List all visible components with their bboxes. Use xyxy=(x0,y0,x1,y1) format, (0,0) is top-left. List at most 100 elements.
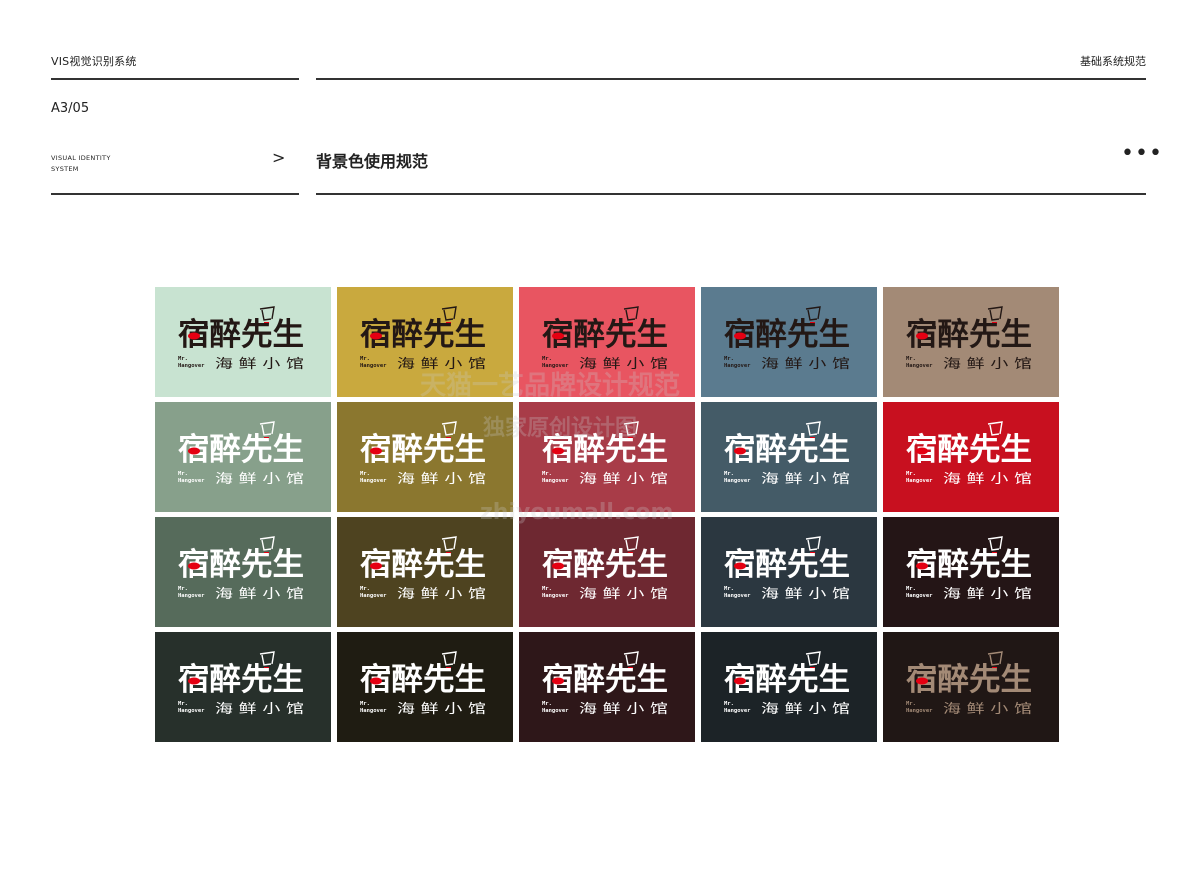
logo-sub-cn-text: 海 鲜 小 馆 xyxy=(761,472,850,487)
color-swatch-card: 宿醉先生 Mr. Hangover 海 鲜 小 馆 xyxy=(337,402,513,512)
color-swatch-card: 宿醉先生 Mr. Hangover 海 鲜 小 馆 xyxy=(519,517,695,627)
mr-hangover-logo: 宿醉先生Mr.Hangover 海 鲜 小 馆 xyxy=(542,651,668,717)
logo-en-line-1: Mr. xyxy=(542,356,552,362)
logo-sub-cn-text: 海 鲜 小 馆 xyxy=(579,357,668,372)
logo-en-line-2: Hangover xyxy=(724,708,751,714)
logo-en-line-2: Hangover xyxy=(360,593,387,599)
lips-icon xyxy=(916,562,928,570)
logo-en-line-2: Hangover xyxy=(724,478,751,484)
color-swatch-card: 宿醉先生 Mr. Hangover 海 鲜 小 馆 xyxy=(883,402,1059,512)
lips-icon xyxy=(552,447,564,455)
chevron-right-icon: > xyxy=(272,148,286,167)
color-swatch-card: 宿醉先生 Mr. Hangover 海 鲜 小 馆 xyxy=(883,287,1059,397)
mr-hangover-logo: 宿醉先生Mr.Hangover 海 鲜 小 馆 xyxy=(906,651,1032,717)
lips-icon xyxy=(734,677,746,685)
logo-en-line-2: Hangover xyxy=(360,363,387,369)
color-swatch-card: 宿醉先生 Mr. Hangover 海 鲜 小 馆 xyxy=(519,402,695,512)
color-swatch-card: 宿醉先生 Mr. Hangover 海 鲜 小 馆 xyxy=(155,402,331,512)
header-rule-left xyxy=(51,78,299,80)
logo-sub-cn-text: 海 鲜 小 馆 xyxy=(215,587,304,602)
logo-en-line-2: Hangover xyxy=(906,363,933,369)
mr-hangover-logo: 宿醉先生Mr.Hangover 海 鲜 小 馆 xyxy=(360,421,486,487)
logo-sub-cn-text: 海 鲜 小 馆 xyxy=(397,472,486,487)
logo-en-line-2: Hangover xyxy=(178,478,205,484)
logo-en-line-2: Hangover xyxy=(542,478,569,484)
logo-en-line-1: Mr. xyxy=(178,356,188,362)
logo-en-line-1: Mr. xyxy=(360,471,370,477)
logo-en-line-1: Mr. xyxy=(724,356,734,362)
color-swatch-card: 宿醉先生 Mr. Hangover 海 鲜 小 馆 xyxy=(701,402,877,512)
lips-icon xyxy=(734,447,746,455)
mr-hangover-logo: 宿醉先生Mr.Hangover 海 鲜 小 馆 xyxy=(724,421,850,487)
mr-hangover-logo: 宿醉先生Mr.Hangover 海 鲜 小 馆 xyxy=(360,536,486,602)
logo-en-line-2: Hangover xyxy=(178,593,205,599)
visual-identity-line-2: SYSTEM xyxy=(51,165,79,173)
logo-en-line-2: Hangover xyxy=(360,708,387,714)
lips-icon xyxy=(916,447,928,455)
visual-identity-label: VISUAL IDENTITY SYSTEM xyxy=(51,153,111,175)
lips-icon xyxy=(916,677,928,685)
logo-en-line-2: Hangover xyxy=(542,708,569,714)
logo-sub-cn-text: 海 鲜 小 馆 xyxy=(579,702,668,717)
lips-icon xyxy=(370,562,382,570)
logo-sub-cn-text: 海 鲜 小 馆 xyxy=(943,587,1032,602)
mr-hangover-logo: 宿醉先生Mr.Hangover 海 鲜 小 馆 xyxy=(542,421,668,487)
page-number: A3/05 xyxy=(51,101,90,116)
logo-en-line-2: Hangover xyxy=(542,593,569,599)
logo-en-line-1: Mr. xyxy=(724,586,734,592)
logo-en-line-1: Mr. xyxy=(906,586,916,592)
color-swatch-card: 宿醉先生 Mr. Hangover 海 鲜 小 馆 xyxy=(883,517,1059,627)
logo-sub-cn-text: 海 鲜 小 馆 xyxy=(579,587,668,602)
color-swatch-card: 宿醉先生 Mr. Hangover 海 鲜 小 馆 xyxy=(519,632,695,742)
logo-en-line-2: Hangover xyxy=(542,363,569,369)
logo-en-line-1: Mr. xyxy=(360,586,370,592)
logo-en-line-1: Mr. xyxy=(178,701,188,707)
logo-en-line-1: Mr. xyxy=(542,471,552,477)
logo-sub-cn-text: 海 鲜 小 馆 xyxy=(397,357,486,372)
logo-en-line-2: Hangover xyxy=(906,478,933,484)
header-rule-right xyxy=(316,78,1146,80)
lips-icon xyxy=(552,332,564,340)
logo-en-line-1: Mr. xyxy=(724,471,734,477)
mr-hangover-logo: 宿醉先生Mr.Hangover 海 鲜 小 馆 xyxy=(724,536,850,602)
logo-sub-cn-text: 海 鲜 小 馆 xyxy=(761,587,850,602)
logo-en-line-1: Mr. xyxy=(178,471,188,477)
mr-hangover-logo: 宿醉先生Mr.Hangover 海 鲜 小 馆 xyxy=(178,536,304,602)
lips-icon xyxy=(734,332,746,340)
logo-en-line-1: Mr. xyxy=(906,356,916,362)
mr-hangover-logo: 宿醉先生Mr.Hangover 海 鲜 小 馆 xyxy=(360,306,486,372)
section-category-label: 基础系统规范 xyxy=(1080,55,1146,68)
color-swatch-card: 宿醉先生 Mr. Hangover 海 鲜 小 馆 xyxy=(337,632,513,742)
lips-icon xyxy=(370,677,382,685)
logo-sub-cn-text: 海 鲜 小 馆 xyxy=(761,357,850,372)
document-series-label: VIS视觉识别系统 xyxy=(51,55,137,68)
color-swatch-card: 宿醉先生 Mr. Hangover 海 鲜 小 馆 xyxy=(155,517,331,627)
lips-icon xyxy=(552,677,564,685)
logo-en-line-2: Hangover xyxy=(906,593,933,599)
color-swatch-card: 宿醉先生 Mr. Hangover 海 鲜 小 馆 xyxy=(883,632,1059,742)
mr-hangover-logo: 宿醉先生Mr.Hangover 海 鲜 小 馆 xyxy=(724,306,850,372)
logo-en-line-2: Hangover xyxy=(906,708,933,714)
mr-hangover-logo: 宿醉先生Mr.Hangover 海 鲜 小 馆 xyxy=(906,536,1032,602)
logo-en-line-2: Hangover xyxy=(178,363,205,369)
logo-en-line-2: Hangover xyxy=(178,708,205,714)
color-swatch-card: 宿醉先生 Mr. Hangover 海 鲜 小 馆 xyxy=(337,287,513,397)
logo-en-line-1: Mr. xyxy=(724,701,734,707)
mr-hangover-logo: 宿醉先生Mr.Hangover 海 鲜 小 馆 xyxy=(724,651,850,717)
logo-en-line-2: Hangover xyxy=(724,593,751,599)
mr-hangover-logo: 宿醉先生Mr.Hangover 海 鲜 小 馆 xyxy=(542,536,668,602)
color-swatch-card: 宿醉先生 Mr. Hangover 海 鲜 小 馆 xyxy=(155,632,331,742)
logo-en-line-1: Mr. xyxy=(906,471,916,477)
lips-icon xyxy=(188,447,200,455)
title-rule-right xyxy=(316,193,1146,195)
logo-en-line-1: Mr. xyxy=(542,586,552,592)
logo-en-line-1: Mr. xyxy=(906,701,916,707)
color-swatch-card: 宿醉先生 Mr. Hangover 海 鲜 小 馆 xyxy=(701,287,877,397)
mr-hangover-logo: 宿醉先生Mr.Hangover 海 鲜 小 馆 xyxy=(178,651,304,717)
logo-sub-cn-text: 海 鲜 小 馆 xyxy=(943,472,1032,487)
logo-sub-cn-text: 海 鲜 小 馆 xyxy=(579,472,668,487)
title-rule-left xyxy=(51,193,299,195)
color-swatch-card: 宿醉先生 Mr. Hangover 海 鲜 小 馆 xyxy=(519,287,695,397)
color-swatch-card: 宿醉先生 Mr. Hangover 海 鲜 小 馆 xyxy=(701,517,877,627)
lips-icon xyxy=(552,562,564,570)
